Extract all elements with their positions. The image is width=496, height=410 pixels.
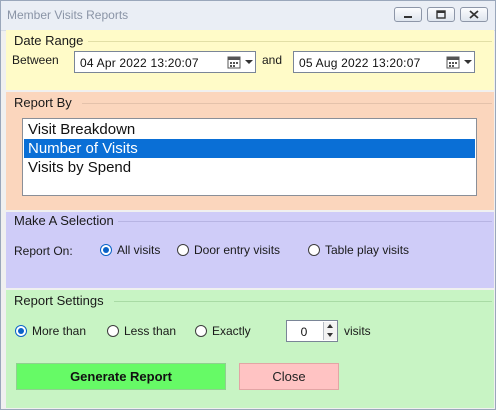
selection-group: Make A Selection Report On: All visits D…	[6, 212, 494, 288]
end-date-value: 05 Aug 2022 13:20:07	[299, 56, 421, 70]
radio-label: Less than	[124, 324, 177, 338]
group-divider	[118, 221, 492, 222]
group-divider	[114, 301, 492, 302]
title-bar[interactable]: Member Visits Reports	[1, 1, 495, 31]
radio-icon[interactable]	[107, 325, 119, 337]
visits-unit-label: visits	[344, 324, 371, 338]
generate-report-button[interactable]: Generate Report	[16, 363, 226, 390]
report-by-group: Report By Visit Breakdown Number of Visi…	[6, 92, 494, 210]
chevron-down-icon[interactable]	[245, 60, 253, 64]
radio-label: Door entry visits	[194, 243, 281, 257]
close-window-button[interactable]	[460, 7, 488, 22]
radio-exactly[interactable]: Exactly	[195, 324, 251, 338]
date-range-heading: Date Range	[14, 33, 84, 48]
calendar-icon[interactable]	[446, 55, 460, 69]
calendar-icon[interactable]	[227, 55, 241, 69]
radio-label: Exactly	[212, 324, 251, 338]
radio-label: Table play visits	[325, 243, 410, 257]
minimize-icon	[404, 16, 412, 18]
date-range-group: Date Range Between 04 Apr 2022 13:20:07 …	[6, 30, 494, 90]
report-settings-group: Report Settings More than Less than Exac…	[6, 290, 494, 408]
member-visits-reports-window: Member Visits Reports Date Range Between…	[0, 0, 496, 410]
minimize-button[interactable]	[394, 7, 422, 22]
start-date-value: 04 Apr 2022 13:20:07	[80, 56, 199, 70]
maximize-button[interactable]	[427, 7, 455, 22]
radio-more-than[interactable]: More than	[15, 324, 86, 338]
report-by-heading: Report By	[14, 95, 72, 110]
report-type-listbox[interactable]: Visit Breakdown Number of Visits Visits …	[22, 118, 477, 196]
radio-icon[interactable]	[15, 325, 27, 337]
radio-label: More than	[32, 324, 87, 338]
start-date-picker[interactable]: 04 Apr 2022 13:20:07	[74, 51, 256, 73]
report-on-label: Report On:	[14, 244, 73, 258]
report-settings-heading: Report Settings	[14, 293, 104, 308]
close-icon	[469, 10, 479, 19]
radio-label: All visits	[117, 243, 161, 257]
visit-count-value[interactable]: 0	[287, 325, 321, 339]
radio-icon[interactable]	[177, 244, 189, 256]
between-label: Between	[12, 53, 59, 67]
radio-icon[interactable]	[308, 244, 320, 256]
group-divider	[82, 103, 492, 104]
close-button[interactable]: Close	[239, 363, 339, 390]
radio-less-than[interactable]: Less than	[107, 324, 176, 338]
selection-heading: Make A Selection	[14, 213, 114, 228]
radio-icon[interactable]	[195, 325, 207, 337]
spin-down-icon[interactable]	[323, 331, 337, 340]
visit-count-stepper[interactable]: 0	[286, 320, 338, 342]
window-title: Member Visits Reports	[7, 8, 129, 22]
radio-all-visits[interactable]: All visits	[100, 243, 160, 257]
chevron-down-icon[interactable]	[464, 60, 472, 64]
end-date-picker[interactable]: 05 Aug 2022 13:20:07	[293, 51, 475, 73]
spin-up-icon[interactable]	[323, 322, 337, 331]
radio-table-play-visits[interactable]: Table play visits	[308, 243, 409, 257]
maximize-icon	[436, 10, 446, 19]
and-label: and	[262, 53, 283, 67]
group-divider	[88, 41, 492, 42]
list-item-visit-breakdown[interactable]: Visit Breakdown	[24, 120, 475, 139]
radio-door-entry-visits[interactable]: Door entry visits	[177, 243, 280, 257]
list-item-number-of-visits[interactable]: Number of Visits	[24, 139, 475, 158]
radio-icon[interactable]	[100, 244, 112, 256]
list-item-visits-by-spend[interactable]: Visits by Spend	[24, 158, 475, 177]
